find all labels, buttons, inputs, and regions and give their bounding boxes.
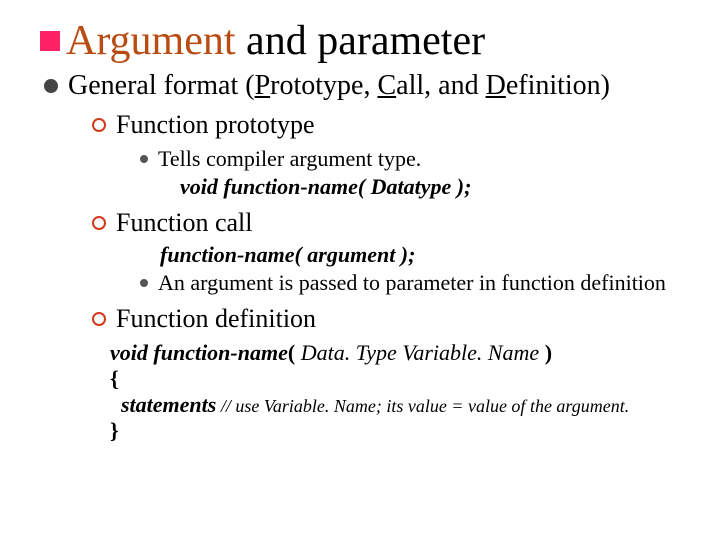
call-bullet-row: An argument is passed to parameter in fu… bbox=[140, 270, 690, 296]
section-prototype: Function prototype bbox=[92, 110, 690, 140]
ring-bullet-icon bbox=[92, 216, 106, 230]
section-heading: Function call bbox=[116, 208, 252, 238]
call-code: function-name( argument ); bbox=[160, 242, 690, 268]
title-rest: and parameter bbox=[236, 18, 486, 64]
call-detail: An argument is passed to parameter in fu… bbox=[140, 270, 690, 296]
dot-bullet-icon bbox=[140, 155, 148, 163]
slide-title: Argument and parameter bbox=[66, 20, 485, 62]
lvl1-d: D bbox=[486, 70, 506, 101]
ring-bullet-icon bbox=[92, 118, 106, 132]
brace-open: { bbox=[110, 366, 690, 392]
level1-row: General format (Prototype, Call, and Def… bbox=[44, 70, 690, 102]
call-bullet-text: An argument is passed to parameter in fu… bbox=[158, 270, 666, 296]
def-paren-open: ( bbox=[288, 340, 301, 365]
prototype-code: void function-name( Datatype ); bbox=[180, 174, 690, 200]
lvl1-c-rest: all, and bbox=[396, 70, 485, 101]
lvl1-c: C bbox=[377, 70, 396, 101]
def-statements: statements bbox=[121, 392, 216, 417]
section-heading-row: Function call bbox=[92, 208, 690, 238]
def-paren-close: ) bbox=[539, 340, 552, 365]
section-heading: Function definition bbox=[116, 304, 316, 334]
section-heading-row: Function definition bbox=[92, 304, 690, 334]
prototype-detail: Tells compiler argument type. bbox=[140, 146, 690, 172]
title-accent: Argument bbox=[66, 18, 236, 64]
slide-title-row: Argument and parameter bbox=[40, 20, 690, 62]
definition-code-block: void function-name( Data. Type Variable.… bbox=[110, 340, 690, 444]
prototype-bullet-text: Tells compiler argument type. bbox=[158, 146, 421, 172]
lvl1-p: P bbox=[255, 70, 271, 101]
lvl1-prefix: General format ( bbox=[68, 70, 255, 101]
level1-item: General format (Prototype, Call, and Def… bbox=[44, 70, 690, 102]
ring-bullet-icon bbox=[92, 312, 106, 326]
def-params: Data. Type Variable. Name bbox=[301, 340, 540, 365]
level1-text: General format (Prototype, Call, and Def… bbox=[68, 70, 610, 102]
brace-close: } bbox=[110, 418, 690, 444]
section-heading-row: Function prototype bbox=[92, 110, 690, 140]
section-call: Function call bbox=[92, 208, 690, 238]
definition-body: statements // use Variable. Name; its va… bbox=[110, 392, 690, 418]
section-heading: Function prototype bbox=[116, 110, 315, 140]
disc-bullet-icon bbox=[44, 79, 58, 93]
lvl1-p-rest: rototype, bbox=[270, 70, 377, 101]
def-comment: // use Variable. Name; its value = value… bbox=[216, 396, 629, 416]
definition-signature: void function-name( Data. Type Variable.… bbox=[110, 340, 690, 366]
prototype-bullet-row: Tells compiler argument type. bbox=[140, 146, 690, 172]
dot-bullet-icon bbox=[140, 279, 148, 287]
title-bullet-icon bbox=[40, 31, 60, 51]
lvl1-d-rest: efinition) bbox=[506, 70, 610, 101]
def-void: void bbox=[110, 340, 153, 365]
section-definition: Function definition bbox=[92, 304, 690, 334]
def-fnname: function-name bbox=[153, 340, 287, 365]
